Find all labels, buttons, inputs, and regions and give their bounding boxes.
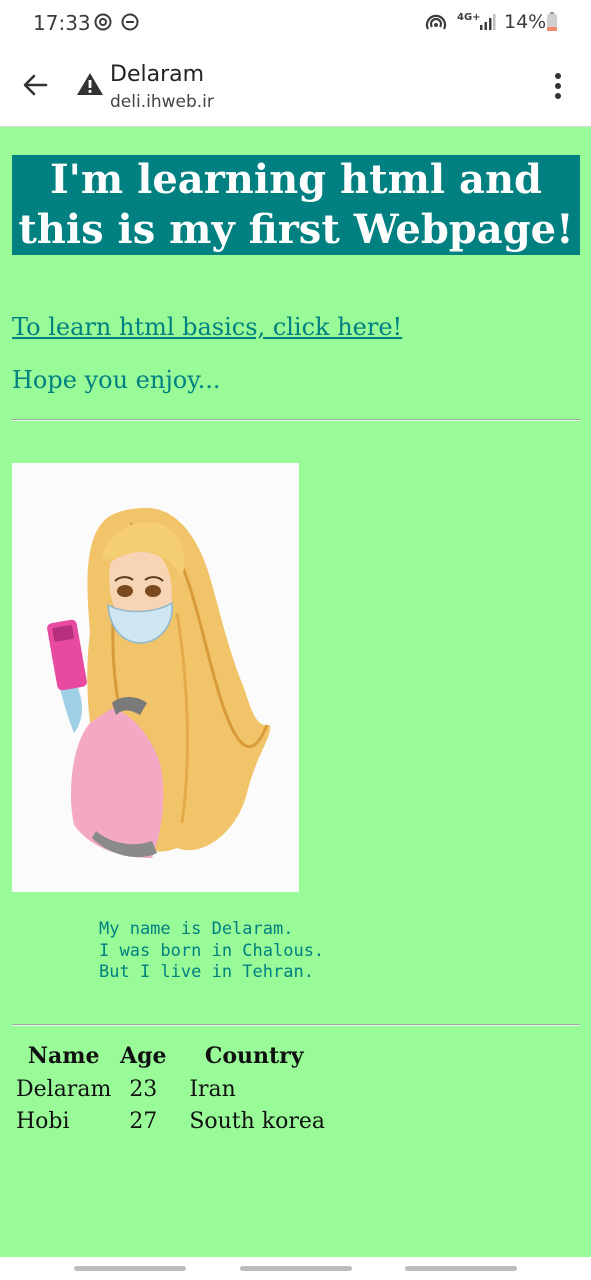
nav-back-button[interactable] — [405, 1266, 517, 1271]
heading-line-2: this is my first Webpage! — [18, 206, 574, 253]
table-cell-age: 23 — [129, 1076, 158, 1102]
about-line-2: I was born in Chalous. — [99, 940, 325, 961]
table-header-age: Age — [120, 1043, 167, 1069]
table-cell-name: Delaram — [16, 1076, 112, 1102]
status-time: 17:33 — [33, 11, 91, 35]
table-header-row: Name Age Country — [14, 1039, 327, 1073]
table-cell-country: Iran — [189, 1076, 236, 1102]
page-content: I'm learning html and this is my first W… — [0, 127, 591, 1257]
dnd-icon — [121, 13, 139, 35]
heading-line-1: I'm learning html and — [49, 156, 543, 203]
divider-top — [12, 419, 580, 421]
table-cell-name: Hobi — [16, 1108, 70, 1134]
browser-header: Delaram deli.ihweb.ir — [0, 46, 591, 127]
about-line-3: But I live in Tehran. — [99, 962, 314, 982]
status-bar: 17:33 4G+ 14% — [0, 0, 591, 46]
hotspot-icon — [425, 13, 447, 37]
battery-percent: 14% — [504, 11, 547, 33]
page-heading: I'm learning html and this is my first W… — [12, 155, 580, 255]
about-me-text: My name is Delaram. I was born in Chalous… — [99, 919, 324, 984]
about-line-1: My name is Delaram. — [99, 919, 294, 939]
warning-icon[interactable] — [76, 71, 104, 97]
site-url[interactable]: deli.ihweb.ir — [110, 92, 214, 112]
nav-recents-button[interactable] — [74, 1266, 186, 1271]
more-vert-icon — [555, 73, 561, 99]
people-table: Name Age Country Delaram 23 Iran Hobi 27… — [14, 1039, 327, 1137]
learn-html-link[interactable]: To learn html basics, click here! — [12, 313, 402, 341]
signal-icon — [478, 13, 496, 35]
table-row: Delaram 23 Iran — [14, 1073, 327, 1105]
hope-text: Hope you enjoy... — [12, 366, 221, 394]
site-title: Delaram — [110, 62, 205, 87]
table-cell-age: 27 — [129, 1108, 158, 1134]
profile-illustration — [12, 463, 299, 892]
table-row: Hobi 27 South korea — [14, 1105, 327, 1137]
divider-bottom — [12, 1024, 580, 1026]
more-options-button[interactable] — [546, 70, 570, 102]
back-arrow-icon — [23, 74, 48, 96]
nav-home-button[interactable] — [240, 1266, 352, 1271]
battery-icon — [546, 12, 558, 36]
network-4g-icon: 4G+ — [457, 12, 481, 23]
table-header-country: Country — [204, 1043, 304, 1069]
system-nav-bar — [0, 1257, 591, 1280]
back-button[interactable] — [18, 68, 52, 102]
table-header-name: Name — [27, 1043, 100, 1069]
table-cell-country: South korea — [189, 1108, 326, 1134]
sync-icon — [94, 13, 112, 35]
